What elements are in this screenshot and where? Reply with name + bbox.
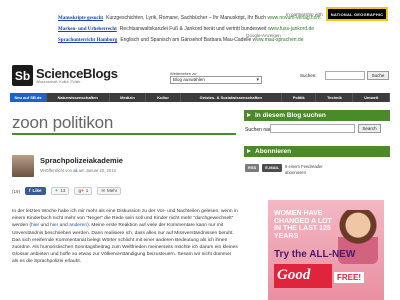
header-search-label: Suchen: [300, 73, 317, 78]
article-text: und [58, 223, 70, 229]
comment-count[interactable]: (19) [12, 189, 20, 194]
google-plus-icon: g+ [78, 188, 84, 193]
header-search-button[interactable]: Suche [367, 71, 389, 80]
tweet-button[interactable]: ✦ 13 [50, 187, 70, 195]
ad-link[interactable]: Sprachunterricht Hamburg [58, 38, 117, 43]
author-avatar[interactable] [12, 155, 34, 177]
text-ad-2[interactable]: Marken- und Urheberrecht Rechtsanwaltskan… [58, 24, 352, 35]
header-search-input[interactable] [325, 71, 365, 80]
site-logo[interactable]: Sb ScienceBlogs Wissenschaft. Kultur. Po… [12, 65, 118, 86]
logo-name: ScienceBlogs [36, 65, 118, 81]
post-date: am Januar 20, 2013 [78, 168, 116, 173]
ad-text: Rechtsanwaltskanzlei Fuß & Jankord berät… [119, 26, 267, 32]
blog-search-input[interactable] [270, 124, 355, 133]
banner-tagline: Try the ALL-NEW [274, 249, 356, 260]
nav-item-medizin[interactable]: Medizin [110, 93, 147, 102]
ad-link[interactable]: Manuskripte gesucht [58, 16, 103, 21]
mail-icon: ✉ [101, 188, 106, 193]
more-share-button[interactable]: ✉ Mehr [97, 187, 122, 195]
ad-url[interactable]: www.fuss-jankord.de [268, 26, 314, 32]
blog-select[interactable]: Blog auswählen [170, 76, 262, 84]
rss-button[interactable]: RSS [245, 164, 260, 172]
ad-link[interactable]: Marken- und Urheberrecht [58, 27, 117, 32]
magazine-ad-banner[interactable]: Women have changed a lot in the last 125… [268, 200, 384, 300]
subscribe-buttons: RSS E-MAIL [245, 164, 283, 172]
share-bar: (19) f Like ✦ 13 g+ 1 ✉ Mehr [12, 186, 222, 196]
nav-item-umwelt[interactable]: Umwelt [353, 93, 390, 102]
blog-search-header: In diesem Blog suchen [244, 110, 390, 121]
blog-title[interactable]: zoon politikon [12, 113, 113, 133]
article-body: In der letzten Woche habe ich mir mehr a… [12, 208, 238, 266]
nav-item-technik[interactable]: Technik [316, 93, 354, 102]
google-ads-label[interactable]: Google-Anzeigen [246, 33, 281, 38]
banner-brand: Good [274, 264, 332, 288]
feed-followers: 9 einem Feedreader abonnieren [285, 164, 323, 175]
article-text: ). Meine erste Reaktion auf viele der Ko… [12, 223, 238, 265]
title-divider [12, 133, 236, 135]
article-link[interactable]: anderen [69, 223, 87, 228]
site-header: Sb ScienceBlogs Wissenschaft. Kultur. Po… [10, 62, 390, 88]
logo-mark-icon: Sb [12, 65, 33, 86]
post-title[interactable]: Sprachpolizeiakademie [40, 156, 123, 165]
post-author-link[interactable]: ali [73, 168, 77, 173]
facebook-like-label: Like [32, 188, 42, 193]
tweet-count: 13 [60, 188, 66, 193]
gplus-count: 1 [85, 188, 89, 193]
blog-search-button[interactable]: Search [358, 124, 381, 133]
nav-item-naturwissenschaften[interactable]: Naturwissenschaften [47, 93, 110, 102]
main-nav: Neu auf SB.de Naturwissenschaften Medizi… [10, 93, 390, 102]
subscribe-header: Abonnieren [244, 146, 390, 157]
ad-url[interactable]: www.novum-verlag.com [267, 15, 320, 21]
text-ad-block: Manuskripte gesucht Kurzgeschichten, Lyri… [58, 13, 352, 46]
ad-text: Englisch und Spanisch am Gänsehof Barbar… [120, 37, 252, 43]
ad-text: Kurzgeschichten, Lyrik, Romane, Sachbüch… [106, 15, 267, 21]
article-text: und [39, 223, 51, 229]
nav-item-neu[interactable]: Neu auf SB.de [10, 93, 47, 102]
blog-select-wrap: Weiterleiten zu: Blog auswählen [170, 71, 262, 84]
banner-headline: Women have changed a lot in the last 125… [274, 210, 332, 240]
facebook-icon: f [29, 188, 31, 193]
article-link[interactable]: hier [31, 223, 39, 228]
text-ad-3[interactable]: Sprachunterricht Hamburg Englisch und Spa… [58, 35, 352, 46]
facebook-like-button[interactable]: f Like [25, 187, 46, 195]
nav-item-politik[interactable]: Politik [282, 93, 317, 102]
text-ad-1[interactable]: Manuskripte gesucht Kurzgeschichten, Lyri… [58, 13, 352, 24]
nav-item-geisteswissenschaften[interactable]: Geistes- & Sozialwissenschaften [181, 93, 283, 102]
meta-prefix: Veröffentlicht von [40, 168, 73, 173]
twitter-icon: ✦ [54, 188, 59, 193]
banner-free-badge[interactable]: FREE! [334, 272, 364, 283]
article-link[interactable]: hier [50, 223, 58, 228]
post-meta: Veröffentlicht von ali am Januar 20, 201… [40, 168, 116, 173]
more-label: Mehr [107, 188, 118, 193]
google-plus-button[interactable]: g+ 1 [74, 187, 93, 195]
nav-item-kultur[interactable]: Kultur [146, 93, 181, 102]
email-subscribe-button[interactable]: E-MAIL [262, 164, 283, 172]
